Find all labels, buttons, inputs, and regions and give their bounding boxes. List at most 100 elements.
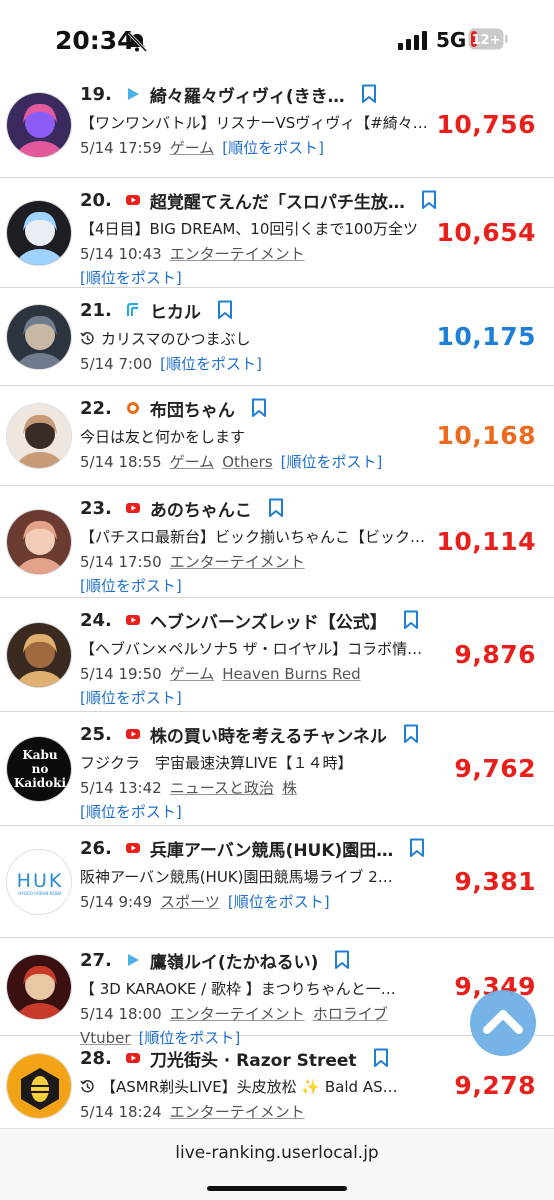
category-link[interactable]: ゲーム	[170, 139, 215, 157]
rank-number: 20.	[80, 189, 112, 211]
bookmark-icon[interactable]	[334, 950, 350, 970]
channel-name[interactable]: 布団ちゃん	[150, 396, 235, 421]
bookmark-icon[interactable]	[373, 1048, 389, 1068]
row-meta: 5/14 10:43 エンターテイメント	[80, 242, 450, 267]
rank-number: 26.	[80, 837, 112, 859]
stream-title[interactable]: 【4日目】BIG DREAM、10回引くまで100万全ツ	[80, 218, 418, 239]
ranking-row[interactable]: 21. ヒカル カリスマのひつまぶし 5/14 7:00 [順位をポスト] 10,175	[0, 288, 554, 386]
avatar[interactable]	[6, 1053, 72, 1119]
stream-title-row[interactable]: 【4日目】BIG DREAM、10回引くまで100万全ツ	[80, 218, 440, 239]
post-rank-link[interactable]: [順位をポスト]	[160, 355, 262, 373]
stream-title[interactable]: 今日は友と何かをします	[80, 426, 245, 447]
category-link[interactable]: エンターテイメント	[170, 1005, 305, 1023]
bookmark-icon[interactable]	[251, 398, 267, 418]
stream-title[interactable]: 【パチスロ最新台】ビック揃いちゃんこ【ビック…	[80, 526, 425, 547]
play-icon	[127, 88, 139, 100]
viewer-count: 9,278	[454, 1071, 536, 1100]
bookmark-icon[interactable]	[403, 610, 419, 630]
bookmark-icon[interactable]	[409, 838, 425, 858]
avatar[interactable]	[6, 954, 72, 1020]
bookmark-icon[interactable]	[361, 84, 377, 104]
bookmark-icon[interactable]	[268, 498, 284, 518]
post-rank-link[interactable]: [順位をポスト]	[80, 577, 182, 595]
avatar-image	[7, 955, 71, 1019]
channel-name[interactable]: 超覚醒てえんだ「スロパチ生放…	[150, 188, 405, 213]
stream-title[interactable]: 【ヘブバン×ペルソナ5 ザ・ロイヤル】コラボ情…	[80, 638, 422, 659]
bookmark-icon[interactable]	[403, 724, 419, 744]
stream-title-row[interactable]: 今日は友と何かをします	[80, 426, 440, 447]
channel-name[interactable]: ヘブンバーンズレッド【公式】	[150, 608, 387, 633]
stream-title[interactable]: 【 3D KARAOKE / 歌枠 】まつりちゃんと一…	[80, 978, 396, 999]
stream-title[interactable]: 【ASMR剃头LIVE】头皮放松 ✨ Bald AS…	[101, 1076, 398, 1097]
ranking-row[interactable]: 19. 綺々羅々ヴィヴィ(きき… 【ワンワンバトル】リスナーVSヴィヴィ【#綺々… 5…	[0, 72, 554, 178]
avatar[interactable]	[6, 92, 72, 158]
post-rank-link[interactable]: [順位をポスト]	[80, 803, 182, 821]
post-rank-link[interactable]: [順位をポスト]	[80, 269, 182, 287]
avatar[interactable]	[6, 200, 72, 266]
stream-title-row[interactable]: 【ASMR剃头LIVE】头皮放松 ✨ Bald AS…	[80, 1076, 440, 1097]
status-bar: 20:34 5G 12+	[0, 0, 554, 80]
bookmark-icon[interactable]	[421, 190, 437, 210]
category-link[interactable]: エンターテイメント	[170, 1103, 305, 1121]
stream-title-row[interactable]: 阪神アーバン競馬(HUK)園田競馬場ライブ 2…	[80, 866, 440, 887]
category-link[interactable]: Others	[222, 453, 272, 471]
category-link[interactable]: 株	[282, 779, 297, 797]
stream-title[interactable]: カリスマのひつまぶし	[101, 328, 251, 349]
row-meta: 5/14 18:55 ゲーム Others [順位をポスト]	[80, 450, 450, 475]
ranking-row[interactable]: 22. 布団ちゃん 今日は友と何かをします 5/14 18:55 ゲーム Others [順…	[0, 386, 554, 486]
stream-title[interactable]: フジクラ 宇宙最速決算LIVE【１４時】	[80, 752, 353, 773]
avatar[interactable]	[6, 304, 72, 370]
category-link[interactable]: エンターテイメント	[170, 553, 305, 571]
row-header: 24. ヘブンバーンズレッド【公式】	[80, 606, 444, 634]
channel-name[interactable]: 株の買い時を考えるチャンネル	[150, 722, 387, 747]
stream-title-row[interactable]: 【 3D KARAOKE / 歌枠 】まつりちゃんと一…	[80, 978, 440, 999]
channel-name[interactable]: 綺々羅々ヴィヴィ(きき…	[150, 82, 345, 107]
post-rank-link[interactable]: [順位をポスト]	[228, 893, 330, 911]
stream-title-row[interactable]: フジクラ 宇宙最速決算LIVE【１４時】	[80, 752, 440, 773]
channel-name[interactable]: あのちゃんこ	[150, 496, 252, 521]
ranking-row[interactable]: Kabu no Kaidoki 25. 株の買い時を考えるチャンネル フジクラ 宇宙最速決…	[0, 712, 554, 826]
stream-title-row[interactable]: 【パチスロ最新台】ビック揃いちゃんこ【ビック…	[80, 526, 440, 547]
avatar[interactable]: HUK HYOGO URBAN KEIBA	[6, 849, 72, 915]
category-link[interactable]: ゲーム	[170, 453, 215, 471]
category-link[interactable]: ニュースと政治	[170, 779, 274, 797]
post-rank-link[interactable]: [順位をポスト]	[222, 139, 324, 157]
stream-title[interactable]: 阪神アーバン競馬(HUK)園田競馬場ライブ 2…	[80, 866, 393, 887]
avatar-text: HUK	[17, 870, 64, 892]
bookmark-icon[interactable]	[217, 300, 233, 320]
avatar[interactable]	[6, 622, 72, 688]
ranking-row[interactable]: 20. 超覚醒てえんだ「スロパチ生放… 【4日目】BIG DREAM、10回引くまで…	[0, 178, 554, 288]
avatar-text: no	[32, 762, 49, 776]
channel-name[interactable]: 鷹嶺ルイ(たかねるい)	[150, 948, 319, 973]
category-link[interactable]: スポーツ	[160, 893, 220, 911]
channel-name[interactable]: 兵庫アーバン競馬(HUK)園田…	[150, 836, 393, 861]
category-link[interactable]: ホロライブ	[313, 1005, 388, 1023]
row-meta: [順位をポスト]	[80, 574, 450, 599]
youtube-icon	[125, 1053, 140, 1063]
ranking-list: 19. 綺々羅々ヴィヴィ(きき… 【ワンワンバトル】リスナーVSヴィヴィ【#綺々… 5…	[0, 72, 554, 1130]
battery-icon: 12+	[468, 28, 508, 50]
channel-name[interactable]: 刀光街头 · Razor Street	[150, 1046, 357, 1071]
post-rank-link[interactable]: [順位をポスト]	[80, 689, 182, 707]
avatar[interactable]: Kabu no Kaidoki	[6, 736, 72, 802]
stream-title-row[interactable]: 【ヘブバン×ペルソナ5 ザ・ロイヤル】コラボ情…	[80, 638, 440, 659]
scroll-to-top-button[interactable]	[470, 990, 536, 1056]
row-meta: 5/14 7:00 [順位をポスト]	[80, 352, 450, 377]
ranking-row[interactable]: 23. あのちゃんこ 【パチスロ最新台】ビック揃いちゃんこ【ビック… 5/14 17:…	[0, 486, 554, 598]
ranking-row[interactable]: 24. ヘブンバーンズレッド【公式】【ヘブバン×ペルソナ5 ザ・ロイヤル】コラボ情…	[0, 598, 554, 712]
stream-datetime: 5/14 9:49	[80, 893, 153, 911]
stream-title[interactable]: 【ワンワンバトル】リスナーVSヴィヴィ【#綺々…	[80, 112, 428, 133]
category-link[interactable]: Heaven Burns Red	[222, 665, 360, 683]
stream-title-row[interactable]: カリスマのひつまぶし	[80, 328, 440, 349]
avatar[interactable]	[6, 509, 72, 575]
stream-title-row[interactable]: 【ワンワンバトル】リスナーVSヴィヴィ【#綺々…	[80, 112, 440, 133]
row-meta: 5/14 9:49 スポーツ [順位をポスト]	[80, 890, 450, 915]
row-meta: 5/14 13:42 ニュースと政治株	[80, 776, 450, 801]
replay-icon	[80, 332, 94, 345]
channel-name[interactable]: ヒカル	[150, 298, 201, 323]
post-rank-link[interactable]: [順位をポスト]	[281, 453, 383, 471]
category-link[interactable]: ゲーム	[170, 665, 215, 683]
ranking-row[interactable]: HUK HYOGO URBAN KEIBA 26. 兵庫アーバン競馬(HUK)園田… 阪…	[0, 826, 554, 938]
avatar[interactable]	[6, 403, 72, 469]
category-link[interactable]: エンターテイメント	[170, 245, 305, 263]
